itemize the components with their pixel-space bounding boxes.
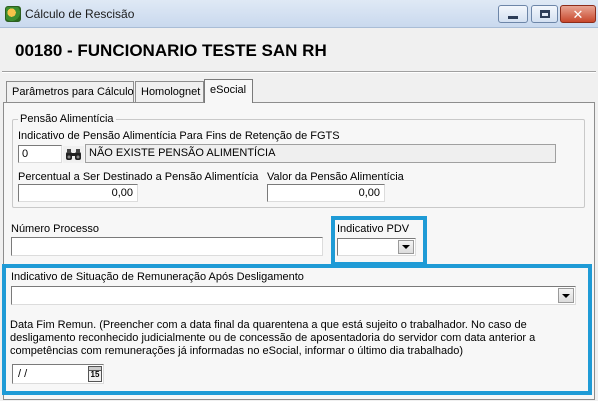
pdv-dropdown-button[interactable] [398, 240, 414, 254]
close-button[interactable]: ✕ [560, 5, 596, 23]
pensao-group-label: Pensão Alimentícia [18, 113, 116, 125]
indicativo-pensao-code-input[interactable]: 0 [18, 145, 62, 163]
page-title: 00180 - FUNCIONARIO TESTE SAN RH [15, 41, 327, 60]
indicativo-pdv-label: Indicativo PDV [337, 223, 410, 235]
situacao-remuneracao-label: Indicativo de Situação de Remuneração Ap… [11, 271, 304, 283]
percentual-pensao-label: Percentual a Ser Destinado a Pensão Alim… [18, 171, 259, 183]
indicativo-pensao-description: NÃO EXISTE PENSÃO ALIMENTÍCIA [85, 144, 556, 163]
remuneracao-dropdown-button[interactable] [558, 288, 574, 303]
close-icon: ✕ [572, 6, 584, 22]
numero-processo-label: Número Processo [11, 223, 100, 235]
valor-pensao-input[interactable]: 0,00 [267, 184, 385, 202]
chevron-down-icon [402, 245, 410, 249]
indicativo-pdv-select[interactable] [337, 238, 416, 256]
maximize-icon [539, 10, 550, 18]
chevron-down-icon [562, 293, 570, 298]
window-title: Cálculo de Rescisão [25, 7, 135, 21]
minimize-icon [508, 15, 518, 19]
tab-homolognet[interactable]: Homolognet [135, 81, 204, 103]
data-fim-help-text: Data Fim Remun. (Preencher com a data fi… [10, 319, 536, 357]
valor-pensao-label: Valor da Pensão Alimentícia [267, 171, 404, 183]
app-icon [5, 6, 21, 22]
percentual-pensao-input[interactable]: 0,00 [18, 184, 138, 202]
tab-esocial[interactable]: eSocial [204, 79, 253, 103]
situacao-remuneracao-select[interactable] [11, 286, 576, 305]
divider [2, 71, 596, 73]
window-titlebar: Cálculo de Rescisão ✕ [0, 0, 598, 28]
calendar-button[interactable]: 15 [88, 366, 102, 382]
calendar-day: 15 [90, 370, 100, 379]
minimize-button[interactable] [498, 5, 528, 23]
binoculars-icon [66, 148, 81, 160]
numero-processo-input[interactable] [11, 237, 323, 256]
indicativo-pensao-label: Indicativo de Pensão Alimentícia Para Fi… [18, 130, 340, 142]
lookup-button[interactable] [63, 146, 84, 163]
tab-parametros[interactable]: Parâmetros para Cálculo [6, 81, 134, 103]
maximize-button[interactable] [531, 5, 558, 23]
